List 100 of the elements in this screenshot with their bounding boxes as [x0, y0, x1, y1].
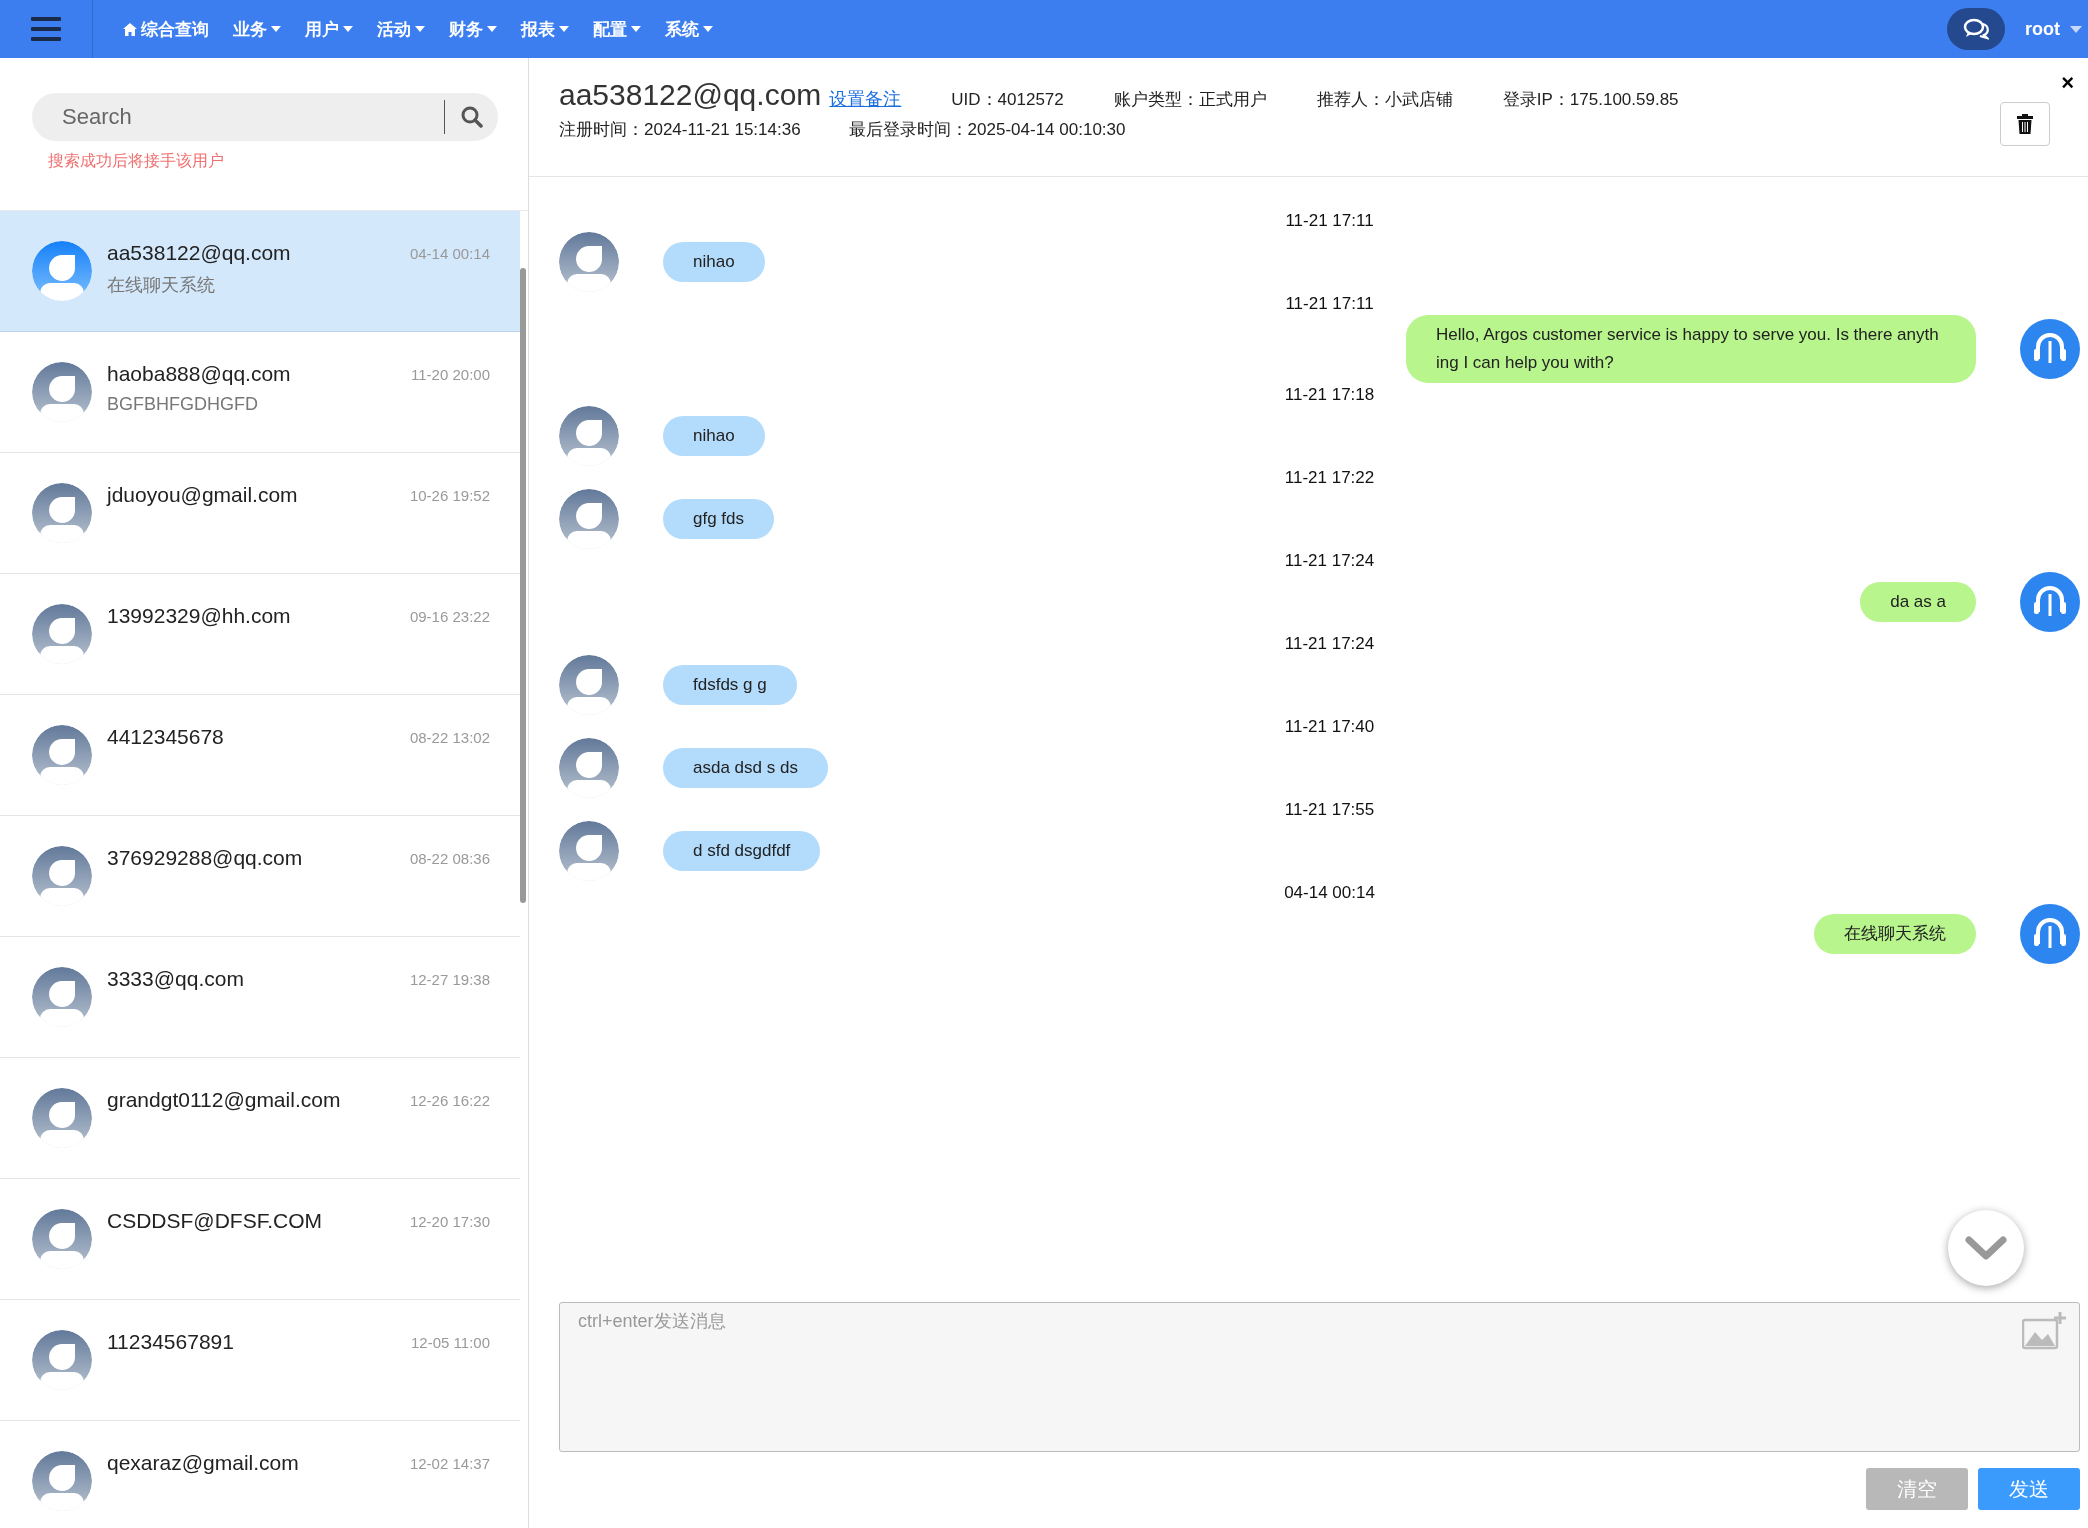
set-remark-link[interactable]: 设置备注	[829, 87, 902, 111]
nav-menu-item[interactable]: 活动	[377, 17, 425, 41]
caret-icon	[487, 26, 497, 32]
contact-name: qexaraz@gmail.com	[107, 1451, 300, 1475]
avatar-icon	[559, 655, 619, 715]
avatar-icon	[32, 846, 92, 906]
nav-menu-item[interactable]: 系统	[665, 17, 713, 41]
avatar-icon	[559, 232, 619, 292]
avatar-icon	[32, 483, 92, 543]
avatar-icon	[32, 1451, 92, 1511]
headset-avatar-icon	[2020, 319, 2080, 379]
avatar-icon	[32, 1209, 92, 1269]
search-bar[interactable]: Search	[32, 93, 498, 141]
avatar-icon	[32, 1330, 92, 1390]
chevron-down-icon	[1965, 1236, 2007, 1260]
message-bubble: fdsfds g g	[663, 665, 797, 705]
message-bubble: Hello, Argos customer service is happy to serve you. Is there anyth ing I can help you with?	[1406, 315, 1976, 383]
contact-time: 12-26 16:22	[409, 1092, 490, 1109]
message-bubble: 在线聊天系统	[1814, 914, 1976, 954]
contact-time: 10-26 19:52	[409, 487, 490, 504]
contact-item[interactable]: aa538122@qq.com 在线聊天系统 04-14 00:14	[0, 211, 520, 332]
caret-icon	[559, 26, 569, 32]
contact-name: CSDDSF@DFSF.COM	[107, 1209, 323, 1233]
avatar-icon	[559, 489, 619, 549]
user-menu[interactable]: root	[2025, 18, 2082, 40]
caret-icon	[415, 26, 425, 32]
chat-bubbles-icon	[1963, 18, 1989, 40]
message-time: 11-21 17:40	[1284, 717, 1375, 737]
contact-time: 12-20 17:30	[409, 1213, 490, 1230]
user-info-field: 账户类型：正式用户	[1113, 88, 1267, 111]
message-bubble: gfg fds	[663, 499, 775, 539]
nav-menu-item[interactable]: 报表	[521, 17, 569, 41]
user-info-field: 最后登录时间：2025-04-14 00:10:30	[848, 118, 1126, 141]
contact-name: 376929288@qq.com	[107, 846, 304, 870]
contact-time: 12-27 19:38	[409, 971, 490, 988]
contact-time: 12-02 14:37	[409, 1455, 490, 1472]
home-icon	[123, 22, 137, 36]
contact-name: haoba888@qq.com	[107, 362, 292, 386]
message-bubble: nihao	[663, 242, 765, 282]
last-message: BGFBHFGDHGFD	[107, 394, 259, 415]
contact-name: 4412345678	[107, 725, 225, 749]
message-bubble: nihao	[663, 416, 765, 456]
avatar-icon	[559, 406, 619, 466]
caret-icon	[2070, 25, 2082, 33]
contact-name: 13992329@hh.com	[107, 604, 292, 628]
message-bubble: d sfd dsgdfdf	[663, 831, 821, 871]
chat-button[interactable]	[1947, 8, 2005, 50]
message-time: 11-21 17:11	[1285, 211, 1374, 231]
nav-menu-item[interactable]: 用户	[305, 17, 353, 41]
contact-name: 3333@qq.com	[107, 967, 245, 991]
nav-menu-item[interactable]: 财务	[449, 17, 497, 41]
message-time: 04-14 00:14	[1284, 883, 1375, 903]
contact-name: 11234567891	[107, 1330, 235, 1354]
caret-icon	[631, 26, 641, 32]
avatar-icon	[559, 821, 619, 881]
close-button[interactable]: ×	[2061, 72, 2074, 94]
avatar-icon	[32, 362, 92, 422]
caret-icon	[703, 26, 713, 32]
search-hint: 搜索成功后将接手该用户	[48, 151, 225, 171]
message-time: 11-21 17:55	[1284, 800, 1375, 820]
message-time: 11-21 17:24	[1284, 551, 1375, 571]
scrollbar[interactable]	[520, 268, 526, 903]
contact-time: 04-14 00:14	[409, 245, 490, 262]
nav-menu-item[interactable]: 配置	[593, 17, 641, 41]
contact-time: 08-22 08:36	[409, 850, 490, 867]
avatar-icon	[32, 967, 92, 1027]
contact-time: 09-16 23:22	[409, 608, 490, 625]
nav-menu-item[interactable]: 业务	[233, 17, 281, 41]
caret-icon	[271, 26, 281, 32]
contact-name: aa538122@qq.com	[107, 241, 292, 265]
contact-time: 11-20 20:00	[411, 366, 490, 383]
user-info-field: UID：4012572	[951, 88, 1064, 111]
message-time: 11-21 17:11	[1285, 294, 1374, 314]
search-icon	[460, 106, 483, 128]
scroll-down-button[interactable]	[1948, 1210, 2024, 1286]
contact-name: jduoyou@gmail.com	[107, 483, 299, 507]
chat-user-email: aa538122@qq.com	[559, 78, 822, 112]
last-message: 在线聊天系统	[107, 274, 216, 297]
caret-icon	[343, 26, 353, 32]
contact-name: grandgt0112@gmail.com	[107, 1088, 342, 1112]
message-time: 11-21 17:24	[1284, 634, 1375, 654]
delete-button[interactable]	[2000, 102, 2050, 146]
avatar-icon	[32, 241, 92, 301]
avatar-icon	[32, 725, 92, 785]
message-input[interactable]: ctrl+enter发送消息	[559, 1302, 2080, 1452]
contact-time: 12-05 11:00	[411, 1334, 490, 1351]
user-info-field: 推荐人：小武店铺	[1316, 88, 1453, 111]
headset-avatar-icon	[2020, 904, 2080, 964]
user-info-field: 注册时间：2024-11-21 15:14:36	[559, 118, 801, 141]
message-time: 11-21 17:22	[1284, 468, 1375, 488]
message-bubble: asda dsd s ds	[663, 748, 828, 788]
message-bubble: da as a	[1860, 582, 1976, 622]
nav-menu-item[interactable]: 综合查询	[123, 17, 209, 41]
trash-icon	[2017, 114, 2033, 134]
menu-icon	[31, 17, 61, 41]
avatar-icon	[32, 604, 92, 664]
avatar-icon	[559, 738, 619, 798]
headset-avatar-icon	[2020, 572, 2080, 632]
message-time: 11-21 17:18	[1284, 385, 1375, 405]
search-field[interactable]: Search	[32, 103, 444, 131]
